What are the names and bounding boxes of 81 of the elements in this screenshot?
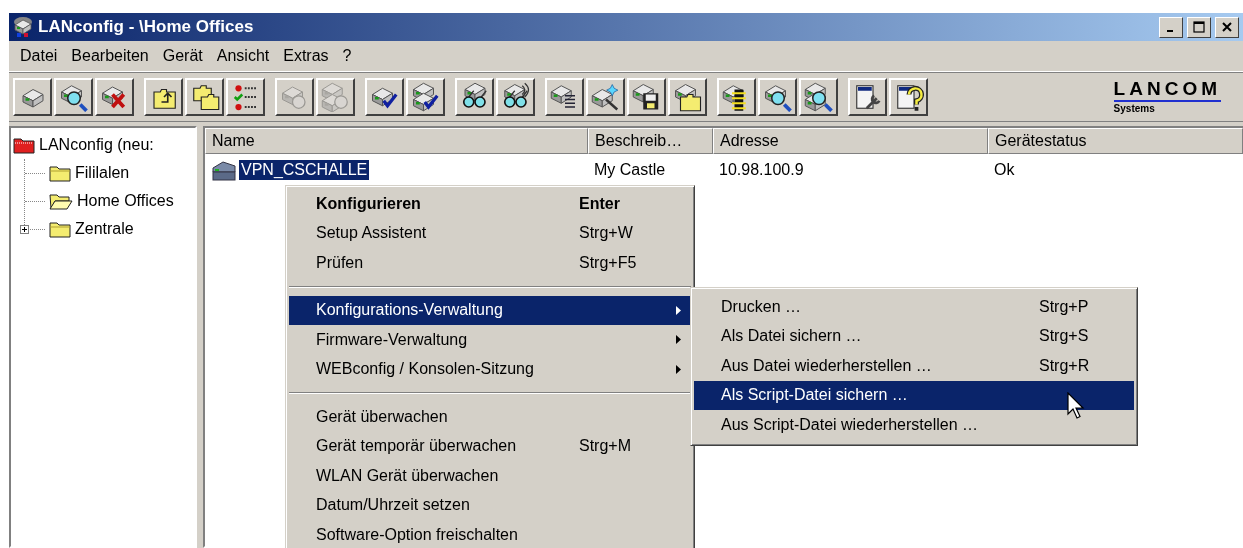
menu-item[interactable]: Als Script-Datei sichern …	[694, 380, 1134, 410]
toolbar-button[interactable]	[406, 78, 445, 116]
toolbar-button[interactable]	[54, 78, 93, 116]
menu-item[interactable]: Datei	[13, 47, 65, 65]
menu-item[interactable]: Gerät überwachen	[289, 402, 691, 432]
tree-item[interactable]: LANconfig (neu:	[13, 131, 195, 159]
shortcut-label: Strg+F5	[579, 253, 637, 272]
menu-item[interactable]: Gerät temporär überwachen Strg+M	[289, 431, 691, 461]
toolbar-button[interactable]	[365, 78, 404, 116]
menu-item[interactable]: Extras	[276, 47, 336, 65]
toolbar-button[interactable]	[185, 78, 224, 116]
column-header[interactable]: Name	[205, 128, 588, 154]
root-folder-icon	[13, 136, 35, 154]
menu-item[interactable]: Ansicht	[209, 47, 277, 65]
toolbar-button[interactable]	[144, 78, 183, 116]
router-icon	[211, 158, 237, 182]
table-cell-text: Ok	[993, 161, 1016, 179]
toolbar-button[interactable]	[889, 78, 928, 116]
logo-wordmark: LANCOM	[1113, 78, 1221, 102]
toolbar-button[interactable]	[627, 78, 666, 116]
menu-item[interactable]: Gerät	[155, 47, 210, 65]
menu-item[interactable]: Setup Assistent Strg+W	[289, 218, 691, 248]
shortcut-label: Strg+W	[579, 224, 633, 243]
toolbar-button[interactable]	[226, 78, 265, 116]
devices-check-icon	[410, 82, 441, 112]
close-icon	[1222, 22, 1232, 32]
toolbar-button[interactable]	[799, 78, 838, 116]
menu-item[interactable]: WLAN Gerät überwachen	[289, 461, 691, 491]
menu-item[interactable]: WEBconfig / Konsolen-Sitzung	[289, 354, 691, 384]
menu-item[interactable]: Firmware-Verwaltung	[289, 325, 691, 355]
menu-item[interactable]: Bearbeiten	[64, 47, 156, 65]
tree-item[interactable]: Home Offices	[49, 187, 174, 215]
logo-subtitle: Systems	[1113, 101, 1155, 116]
app-icon	[12, 16, 34, 38]
device-search-icon	[762, 82, 793, 112]
tree-item[interactable]: Fililalen	[49, 159, 130, 187]
shortcut-label: Strg+M	[579, 437, 631, 456]
toolbar-button[interactable]	[717, 78, 756, 116]
maximize-button[interactable]	[1187, 16, 1211, 38]
devices-link-icon	[320, 82, 351, 112]
table-cell[interactable]: VPN_CSCHALLE	[239, 160, 370, 180]
menu-item[interactable]: Konfigurations-Verwaltung	[289, 295, 691, 325]
menu-item[interactable]: ?	[335, 47, 359, 65]
menu-item[interactable]: Drucken … Strg+P	[694, 292, 1134, 322]
menu-item[interactable]: Konfigurieren Enter	[289, 189, 691, 219]
close-button[interactable]	[1215, 16, 1239, 38]
window-title: LANconfig - \Home Offices	[38, 17, 255, 37]
shortcut-label: Strg+S	[1039, 327, 1089, 346]
table-cell-text: 10.98.100.9	[718, 161, 805, 179]
toolbar-button[interactable]	[95, 78, 134, 116]
maximize-icon	[1193, 21, 1205, 33]
shortcut-label: Enter	[579, 194, 620, 213]
menu-item[interactable]: Als Datei sichern … Strg+S	[694, 321, 1134, 351]
shortcut-label: Strg+P	[1039, 297, 1089, 316]
expand-icon[interactable]	[20, 224, 29, 234]
column-header[interactable]: Adresse	[713, 128, 988, 154]
table-cell-text: My Castle	[593, 161, 667, 179]
menu-item[interactable]: Prüfen Strg+F5	[289, 248, 691, 278]
device-sparkle-icon	[590, 82, 621, 112]
tree-item[interactable]: Zentrale	[49, 215, 134, 243]
toolbar-button[interactable]	[545, 78, 584, 116]
menu-item[interactable]: Software-Option freischalten	[289, 520, 691, 548]
toolbar-button[interactable]	[758, 78, 797, 116]
column-header[interactable]: Gerätestatus	[988, 128, 1243, 154]
menu-item[interactable]: Datum/Uhrzeit setzen	[289, 490, 691, 520]
toolbar-button[interactable]	[848, 78, 887, 116]
shortcut-label: Strg+R	[1039, 356, 1090, 375]
menu-item[interactable]: Aus Datei wiederherstellen … Strg+R	[694, 351, 1134, 381]
devices-search-icon	[803, 82, 834, 112]
menu-item[interactable]: Aus Script-Datei wiederherstellen …	[694, 410, 1134, 440]
toolbar-button[interactable]	[13, 78, 52, 116]
minimize-button[interactable]	[1159, 16, 1183, 38]
device-folder-icon	[672, 82, 703, 112]
toolbar-button[interactable]	[455, 78, 494, 116]
minimize-icon	[1166, 30, 1173, 32]
toolbar-button[interactable]	[668, 78, 707, 116]
device-search-icon	[58, 82, 89, 112]
column-header[interactable]: Beschreib…	[588, 128, 713, 154]
toolbar-button[interactable]	[496, 78, 535, 116]
mouse-cursor-icon	[1067, 392, 1085, 420]
toolbar-button[interactable]	[586, 78, 625, 116]
